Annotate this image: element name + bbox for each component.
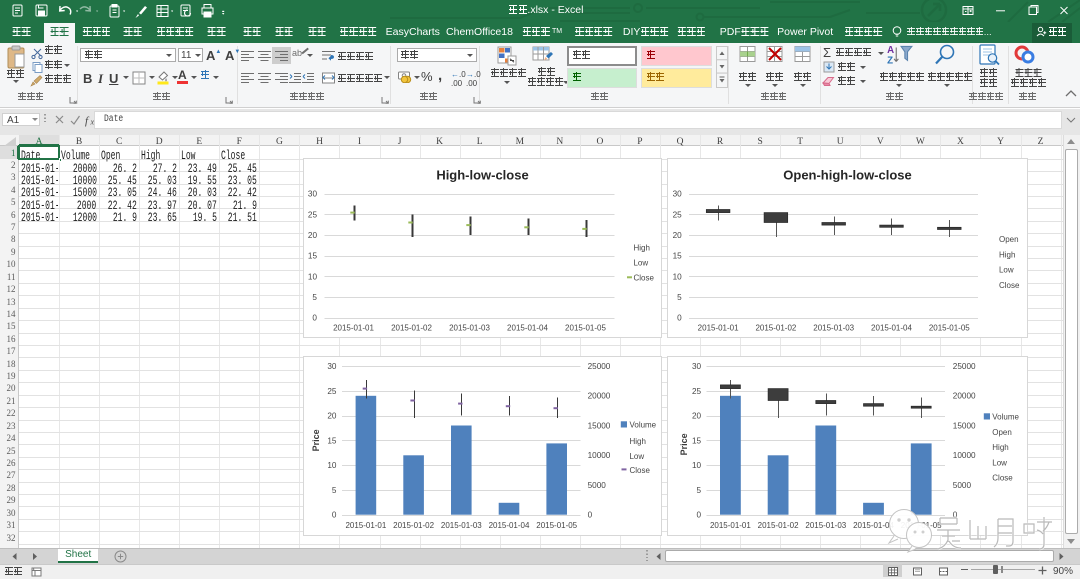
- svg-text:2015-01-05: 2015-01-05: [565, 323, 606, 332]
- svg-text:0: 0: [697, 511, 702, 520]
- svg-text:Volume: Volume: [629, 421, 656, 430]
- svg-text:f: f: [85, 115, 90, 127]
- svg-text:Low: Low: [633, 259, 648, 268]
- svg-text:15: 15: [673, 252, 683, 261]
- svg-text:2015-01-04: 2015-01-04: [871, 323, 912, 332]
- svg-text:10: 10: [673, 273, 683, 282]
- svg-text:High-low-close: High-low-close: [436, 168, 528, 183]
- svg-text:5: 5: [677, 293, 682, 302]
- svg-text:Price: Price: [311, 430, 321, 452]
- svg-text:25000: 25000: [587, 362, 610, 371]
- svg-text:25: 25: [673, 211, 683, 220]
- svg-text:2015-01-03: 2015-01-03: [806, 521, 847, 530]
- svg-text:Z: Z: [887, 56, 893, 66]
- svg-text:2015-01-01: 2015-01-01: [345, 521, 386, 530]
- svg-text:30: 30: [308, 190, 318, 199]
- svg-text:Open: Open: [999, 235, 1019, 244]
- svg-text:20: 20: [308, 231, 318, 240]
- svg-text:10: 10: [308, 273, 318, 282]
- svg-text:5000: 5000: [953, 481, 972, 490]
- svg-text:15000: 15000: [953, 422, 976, 431]
- svg-text:0: 0: [312, 314, 317, 323]
- svg-text:2015-01-02: 2015-01-02: [391, 323, 432, 332]
- svg-text:30: 30: [673, 190, 683, 199]
- svg-text:25: 25: [327, 387, 337, 396]
- svg-text:High: High: [992, 443, 1008, 452]
- svg-text:2015-01-03: 2015-01-03: [449, 323, 490, 332]
- svg-text:20000: 20000: [953, 392, 976, 401]
- svg-text:10000: 10000: [953, 451, 976, 460]
- svg-text:2015-01-01: 2015-01-01: [698, 323, 739, 332]
- svg-text:2015-01-05: 2015-01-05: [536, 521, 577, 530]
- svg-text:15: 15: [308, 252, 318, 261]
- svg-text:20: 20: [673, 231, 683, 240]
- svg-text:5: 5: [312, 293, 317, 302]
- svg-text:2015-01-01: 2015-01-01: [333, 323, 374, 332]
- svg-text:5: 5: [697, 486, 702, 495]
- svg-text:Low: Low: [999, 266, 1014, 275]
- svg-text:Open: Open: [992, 428, 1012, 437]
- svg-text:2015-01-03: 2015-01-03: [441, 521, 482, 530]
- svg-text:15: 15: [692, 437, 702, 446]
- svg-text:0: 0: [677, 314, 682, 323]
- svg-text:High: High: [999, 251, 1015, 260]
- svg-text:20: 20: [692, 412, 702, 421]
- svg-text:20: 20: [327, 412, 337, 421]
- svg-text:Close: Close: [629, 466, 650, 475]
- svg-text:5000: 5000: [587, 481, 606, 490]
- svg-text:Volume: Volume: [992, 413, 1019, 422]
- svg-text:15: 15: [327, 437, 337, 446]
- svg-text:10: 10: [327, 461, 337, 470]
- svg-text:2015-01-03: 2015-01-03: [813, 323, 854, 332]
- svg-text:2015-01-02: 2015-01-02: [758, 521, 799, 530]
- svg-text:High: High: [633, 243, 649, 252]
- svg-text:2015-01-02: 2015-01-02: [393, 521, 434, 530]
- svg-text:25000: 25000: [953, 362, 976, 371]
- svg-text:30: 30: [327, 362, 337, 371]
- svg-text:Price: Price: [679, 434, 689, 456]
- svg-text:Low: Low: [992, 459, 1007, 468]
- svg-text:2015-01-04: 2015-01-04: [488, 521, 529, 530]
- svg-text:2015-01-04: 2015-01-04: [507, 323, 548, 332]
- svg-text:10000: 10000: [587, 451, 610, 460]
- svg-text:Close: Close: [999, 281, 1020, 290]
- svg-text:Close: Close: [992, 474, 1013, 483]
- svg-text:Low: Low: [629, 452, 644, 461]
- svg-text:2015-01-01: 2015-01-01: [710, 521, 751, 530]
- svg-text:25: 25: [692, 387, 702, 396]
- svg-text:2015-01-02: 2015-01-02: [756, 323, 797, 332]
- svg-text:5: 5: [332, 486, 337, 495]
- svg-text:High: High: [629, 437, 645, 446]
- svg-text:A: A: [887, 45, 894, 56]
- svg-text:2015-01-05: 2015-01-05: [929, 323, 970, 332]
- svg-text:0: 0: [587, 511, 592, 520]
- svg-text:20000: 20000: [587, 392, 610, 401]
- svg-text:0: 0: [332, 511, 337, 520]
- svg-text:15000: 15000: [587, 422, 610, 431]
- svg-text:Open-high-low-close: Open-high-low-close: [783, 168, 911, 183]
- svg-text:30: 30: [692, 362, 702, 371]
- svg-text:25: 25: [308, 211, 318, 220]
- svg-text:Close: Close: [633, 274, 654, 283]
- svg-text:10: 10: [692, 461, 702, 470]
